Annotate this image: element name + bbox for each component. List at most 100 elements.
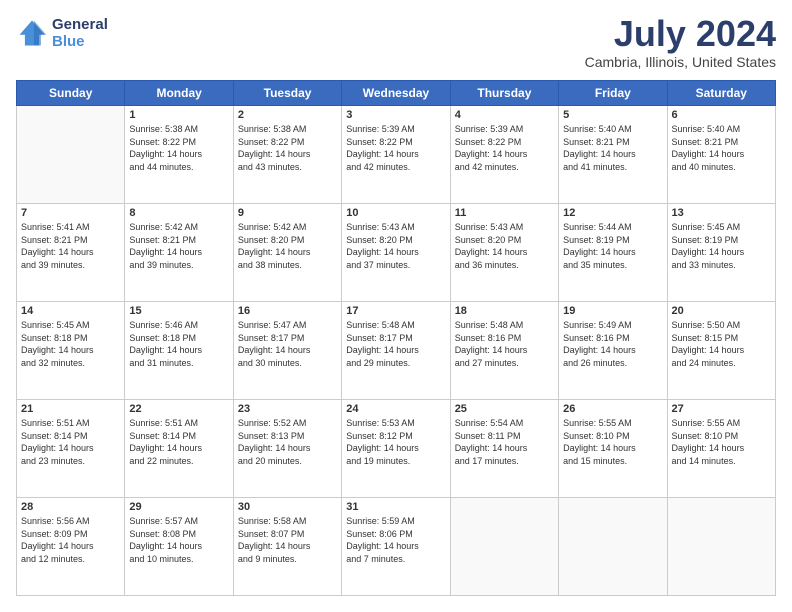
calendar-week-row: 7Sunrise: 5:41 AM Sunset: 8:21 PM Daylig… (17, 204, 776, 302)
calendar-cell: 20 Sunrise: 5:50 AM Sunset: 8:15 PM Dayli… (667, 302, 775, 400)
subtitle: Cambria, Illinois, United States (585, 54, 776, 70)
day-number: 15 (129, 305, 228, 317)
calendar-cell: 14 Sunrise: 5:45 AM Sunset: 8:18 PM Dayli… (17, 302, 125, 400)
calendar-cell: 24 Sunrise: 5:53 AM Sunset: 8:12 PM Dayli… (342, 400, 450, 498)
day-number: 24 (346, 403, 445, 415)
calendar-day-header: Friday (559, 81, 667, 106)
calendar-cell: 26 Sunrise: 5:55 AM Sunset: 8:10 PM Dayli… (559, 400, 667, 498)
day-info: Sunrise: 5:53 AM Sunset: 8:12 PM Dayligh… (346, 417, 445, 467)
calendar-cell: 22 Sunrise: 5:51 AM Sunset: 8:14 PM Dayli… (125, 400, 233, 498)
calendar-cell (667, 498, 775, 596)
day-info: Sunrise: 5:39 AM Sunset: 8:22 PM Dayligh… (346, 123, 445, 173)
day-info: Sunrise: 5:43 AM Sunset: 8:20 PM Dayligh… (346, 221, 445, 271)
day-info: Sunrise: 5:51 AM Sunset: 8:14 PM Dayligh… (129, 417, 228, 467)
page: General Blue July 2024 Cambria, Illinois… (0, 0, 792, 612)
day-info: Sunrise: 5:46 AM Sunset: 8:18 PM Dayligh… (129, 319, 228, 369)
day-info: Sunrise: 5:48 AM Sunset: 8:17 PM Dayligh… (346, 319, 445, 369)
logo: General Blue (16, 16, 108, 50)
day-info: Sunrise: 5:54 AM Sunset: 8:11 PM Dayligh… (455, 417, 554, 467)
logo-text: General Blue (52, 16, 108, 50)
day-number: 17 (346, 305, 445, 317)
calendar-day-header: Saturday (667, 81, 775, 106)
day-number: 20 (672, 305, 771, 317)
day-info: Sunrise: 5:40 AM Sunset: 8:21 PM Dayligh… (672, 123, 771, 173)
day-info: Sunrise: 5:57 AM Sunset: 8:08 PM Dayligh… (129, 515, 228, 565)
day-info: Sunrise: 5:39 AM Sunset: 8:22 PM Dayligh… (455, 123, 554, 173)
day-number: 2 (238, 109, 337, 121)
day-info: Sunrise: 5:41 AM Sunset: 8:21 PM Dayligh… (21, 221, 120, 271)
day-info: Sunrise: 5:42 AM Sunset: 8:21 PM Dayligh… (129, 221, 228, 271)
day-info: Sunrise: 5:38 AM Sunset: 8:22 PM Dayligh… (238, 123, 337, 173)
calendar-week-row: 28 Sunrise: 5:56 AM Sunset: 8:09 PM Dayli… (17, 498, 776, 596)
calendar-cell (17, 106, 125, 204)
day-number: 21 (21, 403, 120, 415)
calendar-cell (450, 498, 558, 596)
day-number: 29 (129, 501, 228, 513)
day-number: 23 (238, 403, 337, 415)
calendar-day-header: Tuesday (233, 81, 341, 106)
calendar-cell: 18 Sunrise: 5:48 AM Sunset: 8:16 PM Dayli… (450, 302, 558, 400)
day-number: 1 (129, 109, 228, 121)
day-number: 26 (563, 403, 662, 415)
calendar-cell: 6 Sunrise: 5:40 AM Sunset: 8:21 PM Daylig… (667, 106, 775, 204)
day-info: Sunrise: 5:59 AM Sunset: 8:06 PM Dayligh… (346, 515, 445, 565)
day-info: Sunrise: 5:51 AM Sunset: 8:14 PM Dayligh… (21, 417, 120, 467)
calendar-cell: 2 Sunrise: 5:38 AM Sunset: 8:22 PM Daylig… (233, 106, 341, 204)
calendar-cell: 12 Sunrise: 5:44 AM Sunset: 8:19 PM Dayli… (559, 204, 667, 302)
day-number: 9 (238, 207, 337, 219)
day-info: Sunrise: 5:45 AM Sunset: 8:18 PM Dayligh… (21, 319, 120, 369)
calendar-cell: 27 Sunrise: 5:55 AM Sunset: 8:10 PM Dayli… (667, 400, 775, 498)
calendar-cell: 29 Sunrise: 5:57 AM Sunset: 8:08 PM Dayli… (125, 498, 233, 596)
calendar-cell: 10Sunrise: 5:43 AM Sunset: 8:20 PM Dayli… (342, 204, 450, 302)
day-info: Sunrise: 5:43 AM Sunset: 8:20 PM Dayligh… (455, 221, 554, 271)
day-number: 4 (455, 109, 554, 121)
calendar-cell: 4 Sunrise: 5:39 AM Sunset: 8:22 PM Daylig… (450, 106, 558, 204)
calendar-cell: 15 Sunrise: 5:46 AM Sunset: 8:18 PM Dayli… (125, 302, 233, 400)
day-number: 31 (346, 501, 445, 513)
calendar-cell: 25 Sunrise: 5:54 AM Sunset: 8:11 PM Dayli… (450, 400, 558, 498)
day-info: Sunrise: 5:42 AM Sunset: 8:20 PM Dayligh… (238, 221, 337, 271)
calendar-cell: 31 Sunrise: 5:59 AM Sunset: 8:06 PM Dayli… (342, 498, 450, 596)
calendar-cell: 9 Sunrise: 5:42 AM Sunset: 8:20 PM Daylig… (233, 204, 341, 302)
header: General Blue July 2024 Cambria, Illinois… (16, 16, 776, 70)
day-number: 3 (346, 109, 445, 121)
calendar-cell: 3 Sunrise: 5:39 AM Sunset: 8:22 PM Daylig… (342, 106, 450, 204)
day-number: 14 (21, 305, 120, 317)
day-number: 22 (129, 403, 228, 415)
calendar-cell: 13 Sunrise: 5:45 AM Sunset: 8:19 PM Dayli… (667, 204, 775, 302)
calendar-day-header: Thursday (450, 81, 558, 106)
calendar-day-header: Wednesday (342, 81, 450, 106)
calendar-cell: 30Sunrise: 5:58 AM Sunset: 8:07 PM Dayli… (233, 498, 341, 596)
calendar-cell: 19Sunrise: 5:49 AM Sunset: 8:16 PM Dayli… (559, 302, 667, 400)
day-info: Sunrise: 5:48 AM Sunset: 8:16 PM Dayligh… (455, 319, 554, 369)
day-info: Sunrise: 5:55 AM Sunset: 8:10 PM Dayligh… (563, 417, 662, 467)
calendar-cell: 8 Sunrise: 5:42 AM Sunset: 8:21 PM Daylig… (125, 204, 233, 302)
day-info: Sunrise: 5:44 AM Sunset: 8:19 PM Dayligh… (563, 221, 662, 271)
day-number: 11 (455, 207, 554, 219)
day-number: 30 (238, 501, 337, 513)
day-number: 28 (21, 501, 120, 513)
main-title: July 2024 (585, 16, 776, 52)
day-number: 12 (563, 207, 662, 219)
calendar-day-header: Sunday (17, 81, 125, 106)
day-info: Sunrise: 5:47 AM Sunset: 8:17 PM Dayligh… (238, 319, 337, 369)
calendar-week-row: 21 Sunrise: 5:51 AM Sunset: 8:14 PM Dayli… (17, 400, 776, 498)
day-number: 27 (672, 403, 771, 415)
calendar-week-row: 14 Sunrise: 5:45 AM Sunset: 8:18 PM Dayli… (17, 302, 776, 400)
calendar-day-header: Monday (125, 81, 233, 106)
day-info: Sunrise: 5:55 AM Sunset: 8:10 PM Dayligh… (672, 417, 771, 467)
day-info: Sunrise: 5:50 AM Sunset: 8:15 PM Dayligh… (672, 319, 771, 369)
day-number: 18 (455, 305, 554, 317)
calendar-cell: 21 Sunrise: 5:51 AM Sunset: 8:14 PM Dayli… (17, 400, 125, 498)
calendar-cell: 5Sunrise: 5:40 AM Sunset: 8:21 PM Daylig… (559, 106, 667, 204)
day-number: 8 (129, 207, 228, 219)
day-info: Sunrise: 5:56 AM Sunset: 8:09 PM Dayligh… (21, 515, 120, 565)
calendar-header-row: SundayMondayTuesdayWednesdayThursdayFrid… (17, 81, 776, 106)
calendar-cell: 17 Sunrise: 5:48 AM Sunset: 8:17 PM Dayli… (342, 302, 450, 400)
day-number: 19 (563, 305, 662, 317)
day-number: 6 (672, 109, 771, 121)
day-number: 25 (455, 403, 554, 415)
calendar-week-row: 1 Sunrise: 5:38 AM Sunset: 8:22 PM Daylig… (17, 106, 776, 204)
day-number: 13 (672, 207, 771, 219)
day-info: Sunrise: 5:45 AM Sunset: 8:19 PM Dayligh… (672, 221, 771, 271)
